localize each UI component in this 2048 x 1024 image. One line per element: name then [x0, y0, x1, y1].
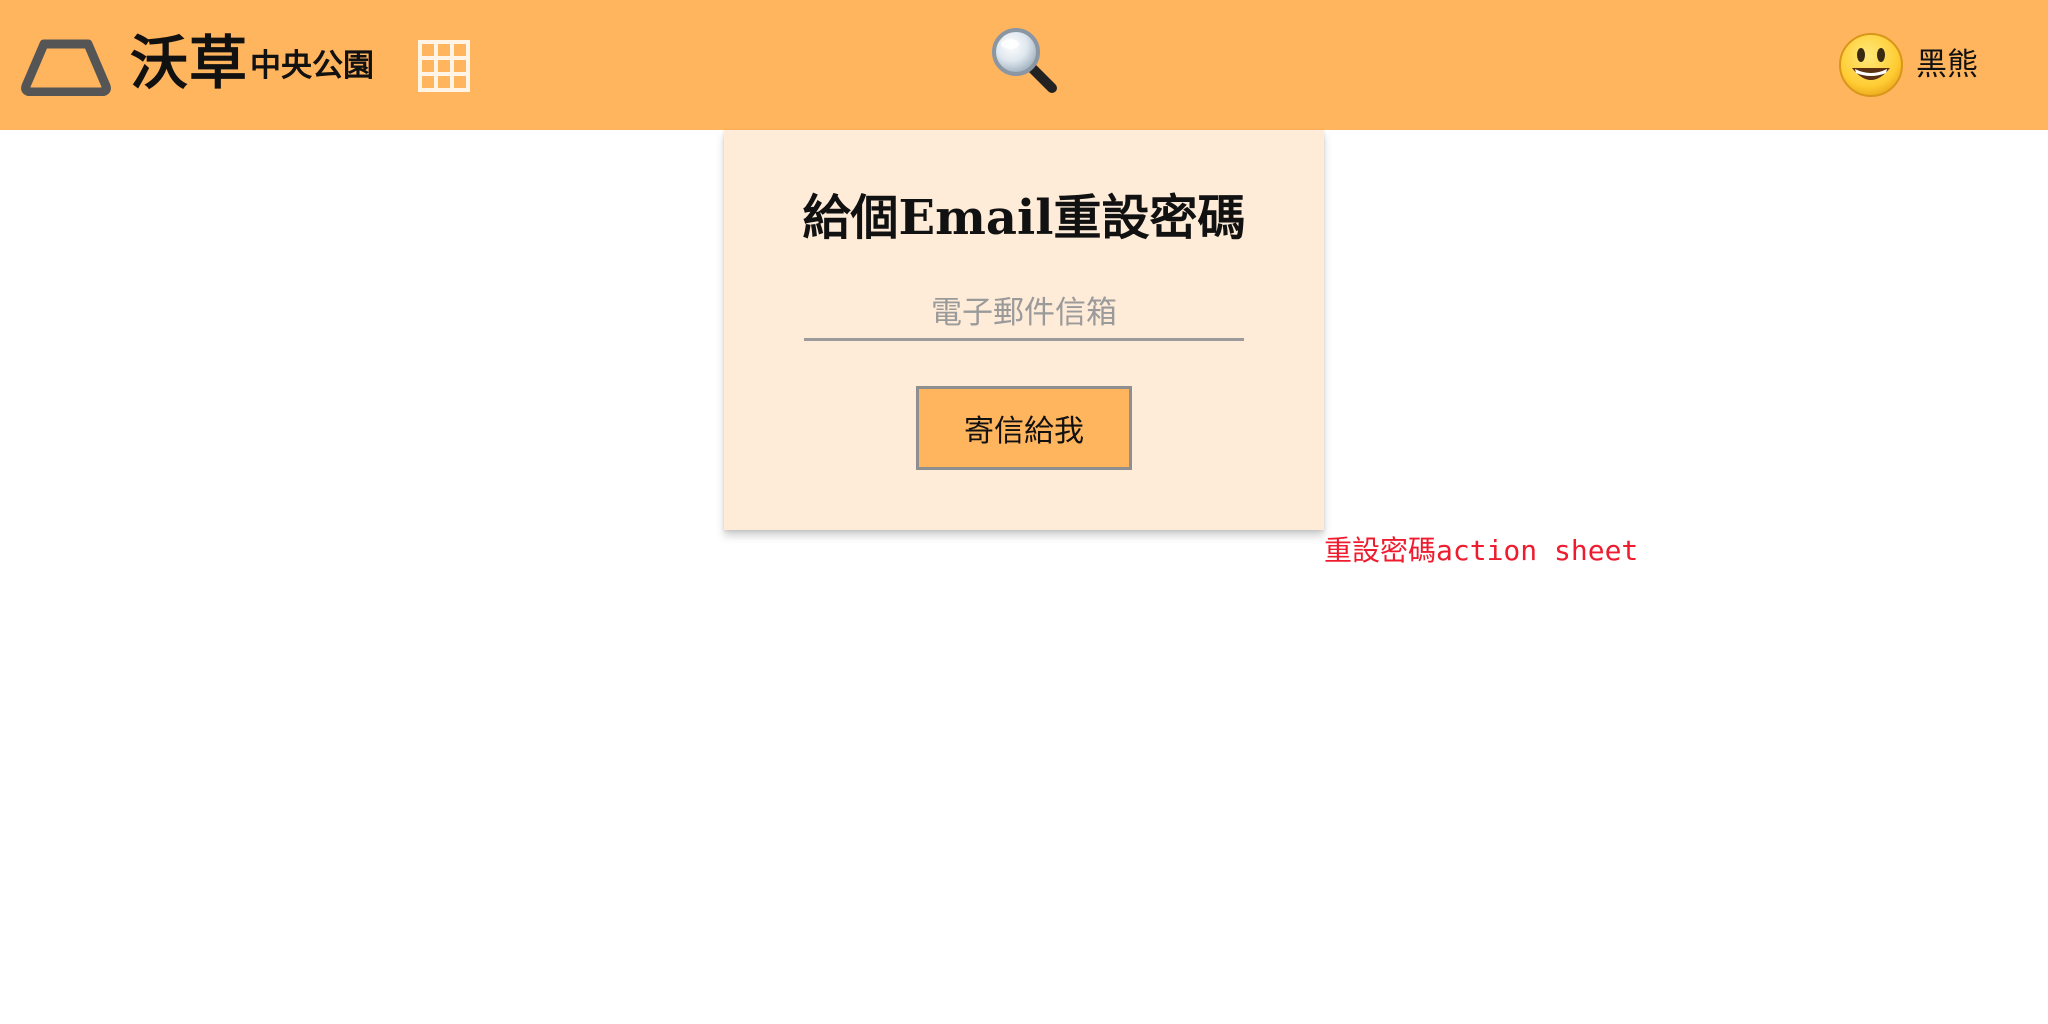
username: 黑熊 — [1916, 47, 1978, 83]
top-bar: 沃草 中央公園 黑熊 — [0, 0, 2048, 130]
reset-password-card: 給個Email重設密碼 寄信給我 — [724, 130, 1324, 530]
annotation-label: 重設密碼action sheet — [1324, 534, 1639, 567]
card-title: 給個Email重設密碼 — [802, 190, 1246, 246]
send-email-button[interactable]: 寄信給我 — [916, 386, 1132, 470]
email-field[interactable] — [804, 288, 1244, 341]
grinning-face-icon — [1839, 33, 1903, 97]
grid-apps-icon[interactable] — [418, 40, 470, 92]
user-menu[interactable]: 黑熊 — [1838, 30, 1978, 100]
brand-name[interactable]: 沃草 — [130, 28, 248, 98]
brand-subtitle: 中央公園 — [250, 48, 374, 84]
magnifying-glass-icon[interactable] — [990, 26, 1060, 96]
trapezoid-logo-icon[interactable] — [20, 38, 112, 96]
